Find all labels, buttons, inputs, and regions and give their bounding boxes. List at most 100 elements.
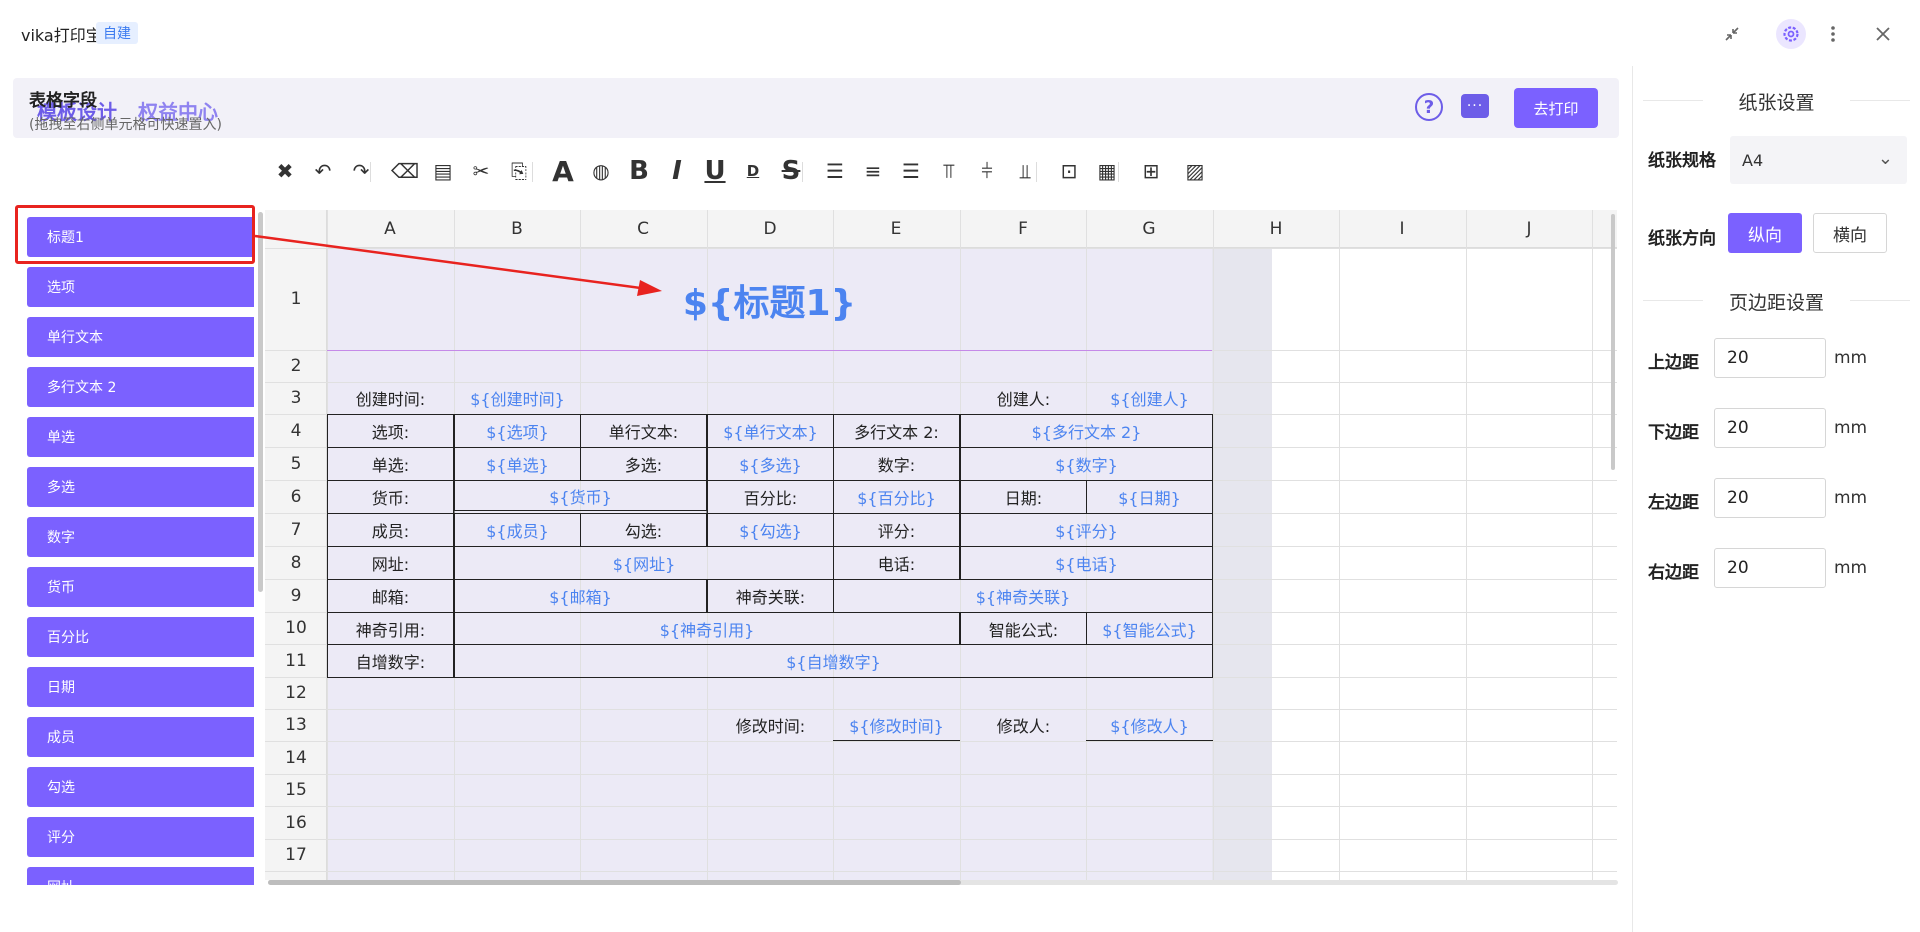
cell-field-placeholder[interactable]: ${电话}: [960, 546, 1213, 580]
field-item[interactable]: 成员: [27, 717, 254, 757]
margin-input[interactable]: 20: [1714, 478, 1826, 518]
column-header[interactable]: G: [1086, 219, 1212, 239]
insert-field-icon[interactable]: ⊡: [1054, 156, 1084, 186]
row-header[interactable]: 6: [265, 487, 327, 507]
row-header[interactable]: 17: [265, 845, 327, 865]
row-header[interactable]: 9: [265, 586, 327, 606]
cell-label[interactable]: 货币:: [327, 480, 454, 514]
cell-label[interactable]: 电话:: [833, 546, 960, 580]
cell-label[interactable]: 单行文本:: [580, 414, 707, 448]
merge-cells-icon[interactable]: ⊞: [1136, 156, 1166, 186]
feedback-chat-icon[interactable]: ···: [1461, 94, 1489, 118]
orientation-portrait-button[interactable]: 纵向: [1728, 213, 1802, 253]
field-item[interactable]: 评分: [27, 817, 254, 857]
cell-label[interactable]: 百分比:: [707, 480, 834, 514]
cell-field-placeholder[interactable]: ${神奇引用}: [454, 612, 960, 645]
cell-field-placeholder[interactable]: ${多选}: [707, 447, 834, 481]
cell-label[interactable]: 数字:: [833, 447, 960, 481]
field-item[interactable]: 百分比: [27, 617, 254, 657]
field-item[interactable]: 货币: [27, 567, 254, 607]
cell-field-placeholder[interactable]: ${多行文本 2}: [960, 414, 1213, 448]
row-header[interactable]: 8: [265, 553, 327, 573]
underline-icon[interactable]: U: [700, 156, 730, 186]
cell-field-placeholder[interactable]: ${勾选}: [707, 513, 834, 547]
column-header[interactable]: H: [1213, 219, 1339, 239]
cell-field-placeholder[interactable]: ${成员}: [454, 513, 581, 547]
column-header[interactable]: D: [707, 219, 833, 239]
cell-label[interactable]: 神奇引用:: [327, 612, 454, 645]
row-header[interactable]: 14: [265, 748, 327, 768]
row-header[interactable]: 13: [265, 715, 327, 735]
eraser-icon[interactable]: ⌫: [390, 156, 420, 186]
row-header[interactable]: 12: [265, 683, 327, 703]
cell-field-placeholder[interactable]: ${修改人}: [1086, 709, 1213, 741]
go-print-button[interactable]: 去打印: [1514, 88, 1598, 128]
field-item[interactable]: 数字: [27, 517, 254, 557]
cell-field-placeholder[interactable]: ${日期}: [1086, 480, 1213, 514]
cell-field-placeholder[interactable]: ${选项}: [454, 414, 581, 448]
field-item[interactable]: 勾选: [27, 767, 254, 807]
grid-horizontal-scrollbar[interactable]: [268, 880, 961, 885]
title-placeholder[interactable]: ${标题1}: [327, 274, 1212, 326]
insert-image-icon[interactable]: ▨: [1180, 156, 1210, 186]
cell-label[interactable]: 神奇关联:: [707, 579, 834, 613]
cell-field-placeholder[interactable]: ${货币}: [454, 480, 707, 514]
cell-label[interactable]: 成员:: [327, 513, 454, 547]
column-header[interactable]: J: [1466, 219, 1592, 239]
row-header[interactable]: 2: [265, 356, 327, 376]
cell-field-placeholder[interactable]: ${邮箱}: [454, 579, 707, 613]
more-vertical-icon[interactable]: [1819, 20, 1847, 48]
spreadsheet-grid[interactable]: A B C D E F G H I J 1 2 3 4 5 6 7 8 9 10 11 12 13 14 15 16 17 ${标题…: [265, 210, 1617, 880]
cell-field-placeholder[interactable]: ${单行文本}: [707, 414, 834, 448]
cell-field-placeholder[interactable]: ${创建人}: [1086, 382, 1213, 414]
cell-field-placeholder[interactable]: ${百分比}: [833, 480, 960, 514]
grid-vertical-scrollbar[interactable]: [1611, 214, 1615, 470]
row-header[interactable]: 16: [265, 813, 327, 833]
cell-label[interactable]: 多行文本 2:: [833, 414, 960, 448]
field-item[interactable]: 多行文本 2: [27, 367, 254, 407]
cell-label[interactable]: 创建人:: [960, 382, 1087, 414]
gear-icon[interactable]: [1776, 19, 1806, 49]
redo-icon[interactable]: ↷: [346, 156, 376, 186]
cell-label[interactable]: 智能公式:: [960, 612, 1087, 645]
column-header[interactable]: E: [833, 219, 959, 239]
delete-icon[interactable]: ✖: [270, 156, 300, 186]
cell-field-placeholder[interactable]: ${神奇关联}: [833, 579, 1213, 613]
cell-label[interactable]: 选项:: [327, 414, 454, 448]
help-icon[interactable]: ?: [1415, 93, 1443, 121]
row-header[interactable]: 15: [265, 780, 327, 800]
format-painter-icon[interactable]: ▤: [428, 156, 458, 186]
row-header[interactable]: 3: [265, 388, 327, 408]
minimize-icon[interactable]: [1718, 20, 1746, 48]
field-item[interactable]: 日期: [27, 667, 254, 707]
column-header[interactable]: A: [327, 219, 453, 239]
cell-label[interactable]: 修改人:: [960, 709, 1087, 741]
cell-label[interactable]: 单选:: [327, 447, 454, 481]
row-header[interactable]: 5: [265, 454, 327, 474]
field-item[interactable]: 网址: [27, 867, 254, 885]
cell-label[interactable]: 修改时间:: [707, 709, 834, 741]
field-list-scrollbar[interactable]: [258, 212, 263, 592]
margin-input[interactable]: 20: [1714, 548, 1826, 588]
cell-field-placeholder[interactable]: ${网址}: [454, 546, 834, 580]
undo-icon[interactable]: ↶: [308, 156, 338, 186]
field-item[interactable]: 单行文本: [27, 317, 254, 357]
cell-label[interactable]: 勾选:: [580, 513, 707, 547]
cell-field-placeholder[interactable]: ${修改时间}: [833, 709, 960, 741]
close-icon[interactable]: [1869, 20, 1897, 48]
row-header[interactable]: 11: [265, 651, 327, 671]
valign-top-icon[interactable]: ⫪: [934, 156, 964, 186]
cell-field-placeholder[interactable]: ${自增数字}: [454, 644, 1213, 678]
cell-field-placeholder[interactable]: ${创建时间}: [454, 382, 581, 414]
paste-icon[interactable]: ⎘: [504, 156, 534, 186]
column-header[interactable]: B: [454, 219, 580, 239]
font-icon[interactable]: A: [548, 155, 578, 188]
margin-input[interactable]: 20: [1714, 338, 1826, 378]
row-header[interactable]: 7: [265, 520, 327, 540]
align-center-icon[interactable]: ≡: [858, 156, 888, 186]
column-header[interactable]: I: [1339, 219, 1465, 239]
bold-icon[interactable]: B: [624, 156, 654, 186]
cell-label[interactable]: 创建时间:: [327, 382, 454, 414]
cell-field-placeholder[interactable]: ${单选}: [454, 447, 581, 481]
scissors-icon[interactable]: ✂: [466, 156, 496, 186]
